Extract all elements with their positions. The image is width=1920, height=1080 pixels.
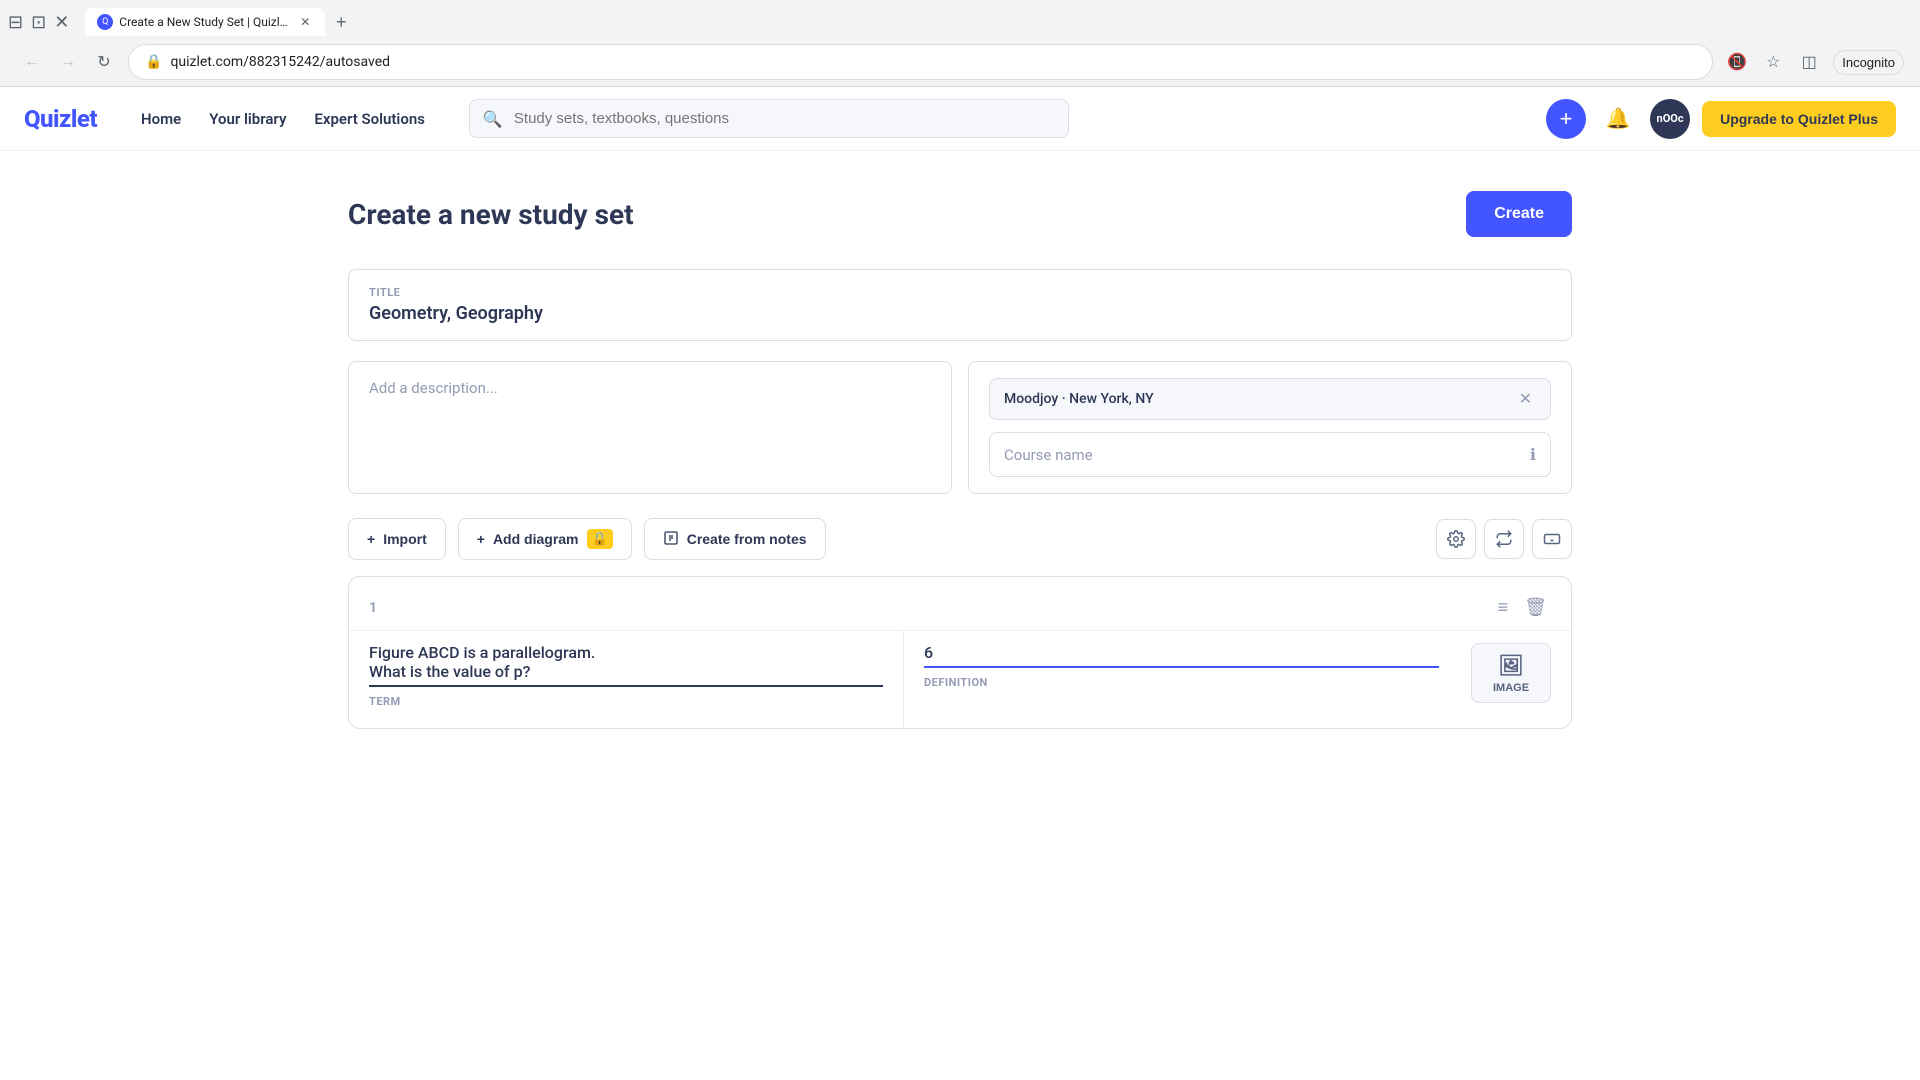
nav-home[interactable]: Home <box>129 102 193 136</box>
tab-title: Create a New Study Set | Quizle... <box>119 15 291 29</box>
settings-icon-button[interactable] <box>1436 519 1476 559</box>
browser-toolbar-icons: 📵 ☆ ◫ Incognito <box>1721 46 1904 78</box>
global-create-button[interactable]: + <box>1546 99 1586 139</box>
add-diagram-plus-icon: + <box>477 531 485 547</box>
image-icon: 🖼 <box>1498 653 1523 678</box>
search-input[interactable] <box>469 99 1069 138</box>
course-name-placeholder: Course name <box>1004 446 1093 464</box>
lock-icon: 🔒 <box>145 54 162 70</box>
description-box[interactable]: Add a description... <box>348 361 952 494</box>
card-term-field[interactable]: Figure ABCD is a parallelogram. What is … <box>349 630 904 728</box>
import-button[interactable]: + Import <box>348 518 446 560</box>
card-actions-1: ≡ 🗑 <box>1494 593 1551 622</box>
tab-close-button[interactable]: ✕ <box>297 14 313 30</box>
add-diagram-button[interactable]: + Add diagram 🔒 <box>458 518 632 560</box>
class-tag: Moodjoy · New York, NY ✕ <box>989 378 1551 420</box>
extension-button[interactable]: ◫ <box>1793 46 1825 78</box>
url-text: quizlet.com/882315242/autosaved <box>170 54 1696 70</box>
term-label: TERM <box>369 695 883 708</box>
cast-icon-button[interactable]: 📵 <box>1721 46 1753 78</box>
notes-icon <box>663 530 679 549</box>
keyboard-icon-button[interactable] <box>1532 519 1572 559</box>
card-drag-handle[interactable]: ≡ <box>1494 593 1513 622</box>
card-header-1: 1 ≡ 🗑 <box>349 577 1571 630</box>
flashcard-1: 1 ≡ 🗑 Figure ABCD is a parallelogram. Wh… <box>348 576 1572 729</box>
import-plus-icon: + <box>367 531 375 547</box>
import-label: Import <box>383 531 427 547</box>
header-search: 🔍 <box>469 99 1069 138</box>
profile-button[interactable]: Incognito <box>1833 50 1904 75</box>
page-header: Create a new study set Create <box>348 191 1572 237</box>
nav-your-library[interactable]: Your library <box>197 102 298 136</box>
main-content: Create a new study set Create Title Geom… <box>300 151 1620 785</box>
new-tab-button[interactable]: + <box>327 8 355 36</box>
active-tab[interactable]: Q Create a New Study Set | Quizle... ✕ <box>85 8 325 36</box>
reload-button[interactable]: ↻ <box>88 46 120 78</box>
title-value[interactable]: Geometry, Geography <box>369 303 1551 324</box>
app-header: Quizlet Home Your library Expert Solutio… <box>0 87 1920 151</box>
bookmark-button[interactable]: ☆ <box>1757 46 1789 78</box>
description-placeholder: Add a description... <box>369 379 498 397</box>
tab-favicon: Q <box>97 14 113 30</box>
header-actions: + 🔔 nOOc Upgrade to Quizlet Plus <box>1546 99 1896 139</box>
title-section: Title Geometry, Geography <box>348 269 1572 341</box>
card-delete-button[interactable]: 🗑 <box>1520 593 1551 622</box>
nav-expert-solutions[interactable]: Expert Solutions <box>302 102 437 136</box>
toolbar-right <box>1436 519 1572 559</box>
keyboard-icon <box>1543 530 1561 548</box>
definition-label: DEFINITION <box>924 676 1439 689</box>
create-set-button[interactable]: Create <box>1466 191 1572 237</box>
create-from-notes-label: Create from notes <box>687 531 807 547</box>
user-avatar[interactable]: nOOc <box>1650 99 1690 139</box>
class-box: Moodjoy · New York, NY ✕ Course name ℹ <box>968 361 1572 494</box>
back-button[interactable]: ← <box>16 46 48 78</box>
browser-title-bar: ⊟ ⊡ ✕ Q Create a New Study Set | Quizle.… <box>0 0 1920 38</box>
lock-badge: 🔒 <box>587 529 613 549</box>
class-tag-remove-button[interactable]: ✕ <box>1515 389 1536 409</box>
forward-button[interactable]: → <box>52 46 84 78</box>
course-name-field[interactable]: Course name ℹ <box>989 432 1551 477</box>
browser-controls: ⊟ ⊡ ✕ <box>8 12 69 33</box>
class-tag-text: Moodjoy · New York, NY <box>1004 391 1154 407</box>
card-number-1: 1 <box>369 600 377 616</box>
tab-bar: Q Create a New Study Set | Quizle... ✕ + <box>77 8 363 36</box>
card-definition-field[interactable]: 6 DEFINITION <box>904 630 1459 728</box>
card-toolbar: + Import + Add diagram 🔒 Create from not… <box>348 518 1572 560</box>
quizlet-logo[interactable]: Quizlet <box>24 105 97 133</box>
image-button[interactable]: 🖼 IMAGE <box>1471 643 1551 703</box>
info-icon: ℹ <box>1530 445 1536 464</box>
search-icon: 🔍 <box>483 109 503 128</box>
settings-icon <box>1447 530 1465 548</box>
upgrade-button[interactable]: Upgrade to Quizlet Plus <box>1702 101 1896 137</box>
meta-row: Add a description... Moodjoy · New York,… <box>348 361 1572 494</box>
swap-icon-button[interactable] <box>1484 519 1524 559</box>
swap-icon <box>1495 530 1513 548</box>
card-definition-value: 6 <box>924 643 1439 668</box>
card-term-value: Figure ABCD is a parallelogram. What is … <box>369 643 883 687</box>
main-nav: Home Your library Expert Solutions <box>129 102 437 136</box>
add-diagram-label: Add diagram <box>493 531 579 547</box>
browser-address-bar: ← → ↻ 🔒 quizlet.com/882315242/autosaved … <box>0 38 1920 86</box>
avatar-text: nOOc <box>1657 112 1684 125</box>
address-bar[interactable]: 🔒 quizlet.com/882315242/autosaved <box>128 44 1713 80</box>
card-image-area: 🖼 IMAGE <box>1459 630 1571 728</box>
title-label: Title <box>369 286 1551 299</box>
browser-chrome: ⊟ ⊡ ✕ Q Create a New Study Set | Quizle.… <box>0 0 1920 87</box>
create-from-notes-button[interactable]: Create from notes <box>644 518 826 560</box>
card-fields-1: Figure ABCD is a parallelogram. What is … <box>349 630 1571 728</box>
notification-button[interactable]: 🔔 <box>1598 99 1638 139</box>
browser-nav-buttons: ← → ↻ <box>16 46 120 78</box>
page-title: Create a new study set <box>348 198 634 231</box>
image-label: IMAGE <box>1493 682 1529 694</box>
toolbar-left: + Import + Add diagram 🔒 Create from not… <box>348 518 826 560</box>
